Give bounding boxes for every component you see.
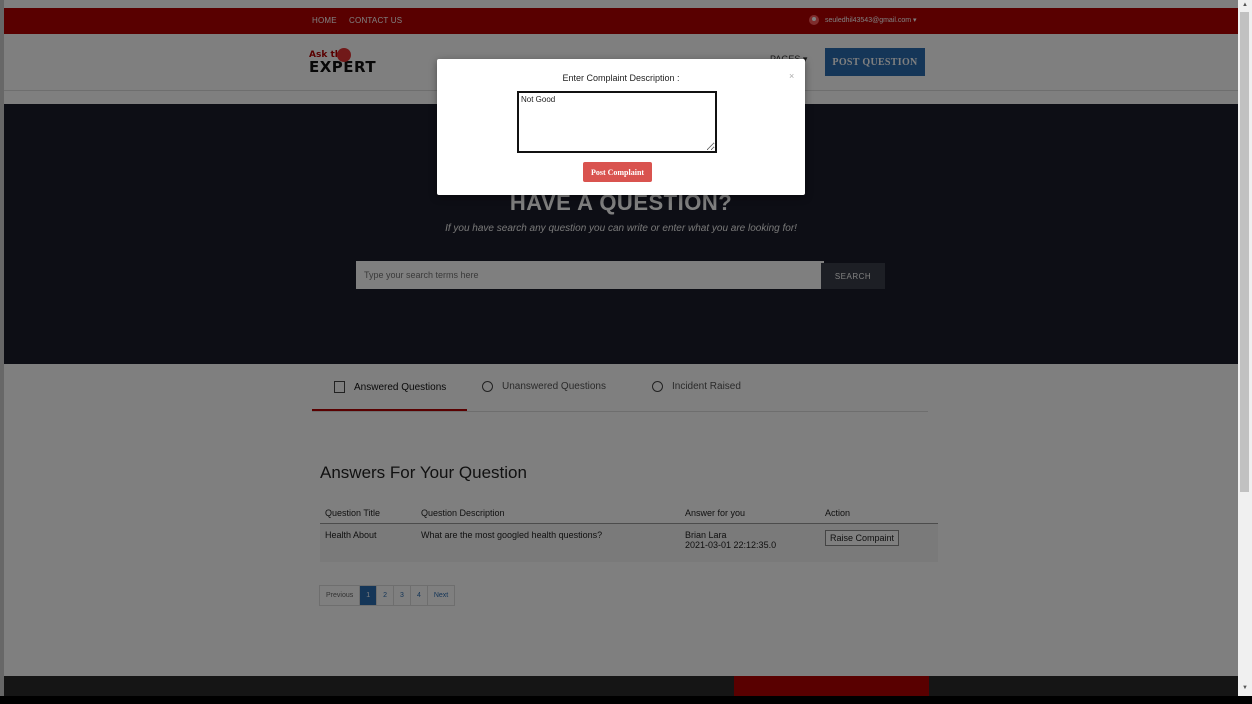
complaint-description-field[interactable]: Not Good [517, 91, 717, 153]
scrollbar-thumb[interactable] [1240, 12, 1249, 492]
modal-title: Enter Complaint Description : [562, 73, 680, 83]
scroll-up-icon[interactable]: ▲ [1242, 2, 1248, 8]
post-complaint-button[interactable]: Post Complaint [583, 162, 652, 182]
screen-bottom-edge [0, 696, 1252, 704]
close-icon[interactable]: × [789, 71, 794, 81]
scroll-down-icon[interactable]: ▼ [1242, 685, 1248, 691]
complaint-modal: Enter Complaint Description : × Not Good… [437, 59, 805, 195]
page-scrollbar[interactable]: ▲ ▼ [1238, 0, 1252, 704]
browser-viewport: HOME CONTACT US seuledhil43543@gmail.com… [0, 0, 1238, 696]
